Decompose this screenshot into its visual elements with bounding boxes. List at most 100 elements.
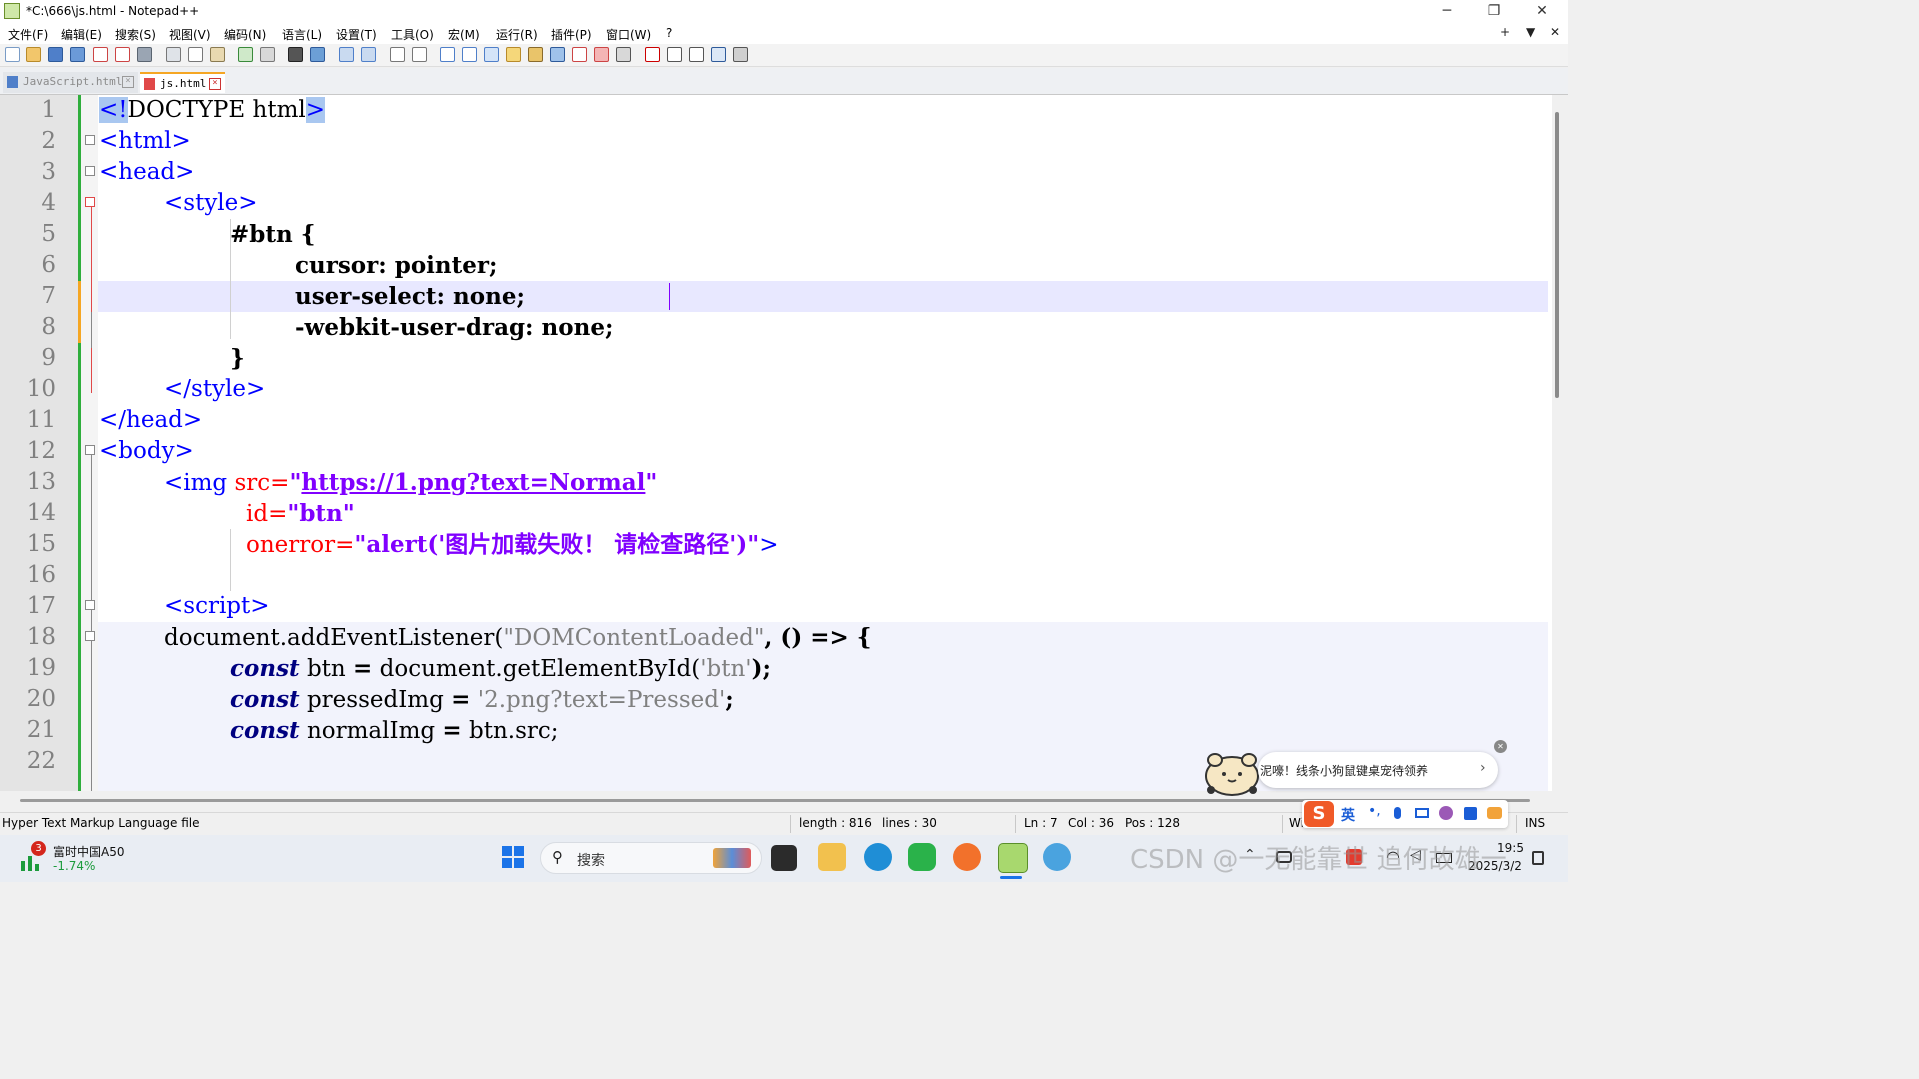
close-all-icon[interactable] bbox=[115, 47, 130, 62]
stock-name[interactable]: 富时中国A50 bbox=[53, 843, 124, 860]
show-all-chars-icon[interactable] bbox=[462, 47, 477, 62]
edge-browser-icon[interactable] bbox=[864, 843, 892, 871]
fold-toggle-script[interactable] bbox=[85, 600, 95, 610]
restore-button[interactable]: ❐ bbox=[1471, 0, 1517, 24]
pet-icon[interactable] bbox=[1487, 807, 1502, 819]
replace-icon[interactable] bbox=[310, 47, 325, 62]
url-link[interactable]: https://1.png?text=Normal bbox=[301, 469, 645, 496]
notification-bell-icon[interactable] bbox=[1532, 851, 1544, 865]
close-icon[interactable] bbox=[93, 47, 108, 62]
line-number: 20 bbox=[26, 686, 56, 712]
save-all-icon[interactable] bbox=[70, 47, 85, 62]
notepadpp-taskbar-icon[interactable] bbox=[998, 843, 1028, 873]
fold-toggle-head[interactable] bbox=[85, 166, 95, 176]
preview-icon[interactable] bbox=[616, 47, 631, 62]
file-explorer-icon[interactable] bbox=[818, 843, 846, 871]
run-macro-multiple-icon[interactable] bbox=[711, 47, 726, 62]
onerror-attribute: onerror= bbox=[246, 532, 355, 558]
img-tag: <img bbox=[164, 470, 228, 496]
fold-toggle-listener[interactable] bbox=[85, 631, 95, 641]
lang-udl-icon[interactable] bbox=[506, 47, 521, 62]
close-button[interactable]: ✕ bbox=[1519, 0, 1565, 24]
paste-icon[interactable] bbox=[210, 47, 225, 62]
toolbox-icon[interactable] bbox=[1464, 807, 1477, 820]
redo-icon[interactable] bbox=[260, 47, 275, 62]
new-file-icon[interactable] bbox=[5, 47, 20, 62]
js-string: 'btn' bbox=[700, 656, 752, 682]
minimize-button[interactable]: ─ bbox=[1424, 0, 1470, 24]
ime-punctuation-toggle[interactable]: •, bbox=[1368, 803, 1381, 819]
sync-horizontal-icon[interactable] bbox=[412, 47, 427, 62]
menu-window[interactable]: 窗口(W) bbox=[606, 26, 651, 43]
monitoring-icon[interactable] bbox=[594, 47, 609, 62]
wechat-icon[interactable] bbox=[908, 843, 936, 871]
zoom-in-icon[interactable] bbox=[339, 47, 354, 62]
cursor-position: Pos : 128 bbox=[1125, 816, 1180, 830]
vertical-scroll-thumb[interactable] bbox=[1555, 112, 1559, 398]
toolbar bbox=[0, 44, 1568, 67]
menu-help[interactable]: ? bbox=[666, 26, 672, 40]
close-document-button[interactable]: ✕ bbox=[1550, 25, 1560, 39]
add-tab-button[interactable]: + bbox=[1500, 25, 1510, 39]
popup-close-icon[interactable]: ✕ bbox=[1494, 740, 1507, 753]
menu-encoding[interactable]: 编码(N) bbox=[224, 26, 266, 43]
tab-javascript-html[interactable]: JavaScript.html × bbox=[3, 72, 138, 93]
active-app-indicator bbox=[1000, 876, 1022, 879]
line-number: 8 bbox=[41, 314, 56, 340]
menu-language[interactable]: 语言(L) bbox=[282, 26, 322, 43]
menu-tools[interactable]: 工具(O) bbox=[391, 26, 434, 43]
zoom-out-icon[interactable] bbox=[361, 47, 376, 62]
folder-as-workspace-icon[interactable] bbox=[572, 47, 587, 62]
word-wrap-icon[interactable] bbox=[440, 47, 455, 62]
fold-toggle-body[interactable] bbox=[85, 445, 95, 455]
microphone-icon[interactable] bbox=[1394, 807, 1401, 819]
menu-edit[interactable]: 编辑(E) bbox=[61, 26, 102, 43]
notification-badge: 3 bbox=[31, 841, 46, 856]
menu-file[interactable]: 文件(F) bbox=[8, 26, 48, 43]
chevron-right-icon[interactable]: › bbox=[1480, 760, 1486, 776]
menu-view[interactable]: 视图(V) bbox=[169, 26, 211, 43]
pet-dog-avatar[interactable] bbox=[1203, 748, 1261, 796]
ime-language-toggle[interactable]: 英 bbox=[1341, 805, 1355, 825]
tab-close-icon[interactable]: × bbox=[209, 78, 221, 90]
indent-guide-icon[interactable] bbox=[484, 47, 499, 62]
windows-start-icon[interactable] bbox=[499, 843, 527, 871]
insert-mode[interactable]: INS bbox=[1525, 816, 1545, 830]
taskbar-search-box[interactable]: ⚲ 搜索 bbox=[540, 842, 762, 874]
menu-settings[interactable]: 设置(T) bbox=[336, 26, 377, 43]
onerror-value: "alert('图片加载失败！ 请检查路径')" bbox=[354, 531, 760, 558]
copy-icon[interactable] bbox=[188, 47, 203, 62]
doc-map-icon[interactable] bbox=[528, 47, 543, 62]
open-file-icon[interactable] bbox=[26, 47, 41, 62]
save-macro-icon[interactable] bbox=[733, 47, 748, 62]
stop-macro-icon[interactable] bbox=[667, 47, 682, 62]
menu-plugins[interactable]: 插件(P) bbox=[551, 26, 592, 43]
fold-toggle-style[interactable] bbox=[85, 197, 95, 207]
firefox-icon[interactable] bbox=[953, 843, 981, 871]
skin-icon[interactable] bbox=[1439, 806, 1453, 820]
pet-adoption-popup[interactable]: 泥嚎！线条小狗鼠键桌宠待领养 › bbox=[1258, 752, 1498, 788]
menu-run[interactable]: 运行(R) bbox=[496, 26, 538, 43]
cut-icon[interactable] bbox=[166, 47, 181, 62]
line-number: 18 bbox=[26, 624, 56, 650]
app-icon[interactable] bbox=[1043, 843, 1071, 871]
menu-search[interactable]: 搜索(S) bbox=[115, 26, 156, 43]
play-macro-icon[interactable] bbox=[689, 47, 704, 62]
keyboard-icon[interactable] bbox=[1415, 808, 1429, 818]
sogou-logo-icon[interactable]: S bbox=[1304, 801, 1334, 827]
menu-macro[interactable]: 宏(M) bbox=[448, 26, 480, 43]
save-icon[interactable] bbox=[48, 47, 63, 62]
find-icon[interactable] bbox=[288, 47, 303, 62]
tab-list-dropdown[interactable]: ▼ bbox=[1526, 25, 1535, 39]
record-macro-icon[interactable] bbox=[645, 47, 660, 62]
code-editor[interactable]: 1 2 3 4 5 6 7 8 9 10 11 12 13 14 15 16 1… bbox=[0, 95, 1552, 791]
print-icon[interactable] bbox=[137, 47, 152, 62]
sync-vertical-icon[interactable] bbox=[390, 47, 405, 62]
file-type-label: Hyper Text Markup Language file bbox=[2, 816, 200, 830]
function-list-icon[interactable] bbox=[550, 47, 565, 62]
tab-close-icon[interactable]: × bbox=[122, 76, 134, 88]
undo-icon[interactable] bbox=[238, 47, 253, 62]
fold-toggle-html[interactable] bbox=[85, 135, 95, 145]
tab-js-html[interactable]: js.html × bbox=[140, 72, 225, 93]
task-view-icon[interactable] bbox=[771, 845, 797, 871]
